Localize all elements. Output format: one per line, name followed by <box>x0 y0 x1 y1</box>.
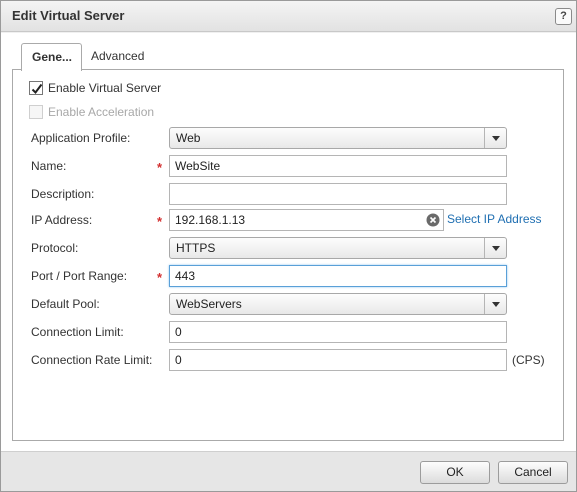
port-label: Port / Port Range: <box>31 269 128 283</box>
protocol-dropdown-button[interactable] <box>484 238 506 258</box>
protocol-select[interactable]: HTTPS <box>169 237 507 259</box>
tab-general[interactable]: Gene... <box>21 43 82 71</box>
application-profile-value: Web <box>176 131 201 145</box>
application-profile-dropdown-button[interactable] <box>484 128 506 148</box>
description-row: Description: <box>13 183 565 205</box>
connection-limit-label: Connection Limit: <box>31 325 124 339</box>
dialog-title: Edit Virtual Server <box>12 8 125 23</box>
default-pool-label: Default Pool: <box>31 297 100 311</box>
enable-virtual-server-label: Enable Virtual Server <box>48 81 162 95</box>
application-profile-select[interactable]: Web <box>169 127 507 149</box>
connection-limit-row: Connection Limit: 0 <box>13 321 565 343</box>
enable-acceleration-label: Enable Acceleration <box>48 105 155 119</box>
select-ip-address-link[interactable]: Select IP Address <box>447 212 542 226</box>
port-row: Port / Port Range: * 443 <box>13 265 565 287</box>
tab-advanced[interactable]: Advanced <box>81 43 154 70</box>
name-row: Name: * WebSite <box>13 155 565 177</box>
ip-address-row: IP Address: * 192.168.1.13 Select IP Add… <box>13 209 565 231</box>
connection-rate-limit-input[interactable]: 0 <box>169 349 507 371</box>
general-tab-panel: Enable Virtual Server Enable Acceleratio… <box>12 69 564 441</box>
edit-virtual-server-dialog: Edit Virtual Server ? Gene... Advanced E… <box>0 0 577 492</box>
dialog-content: Gene... Advanced Enable Virtual Server E… <box>1 33 576 451</box>
help-button[interactable]: ? <box>555 8 572 25</box>
chevron-down-icon <box>492 302 500 307</box>
connection-rate-limit-row: Connection Rate Limit: 0 (CPS) <box>13 349 565 371</box>
enable-virtual-server-checkbox[interactable] <box>29 81 43 95</box>
default-pool-select[interactable]: WebServers <box>169 293 507 315</box>
cps-unit-label: (CPS) <box>512 353 545 367</box>
ip-address-label: IP Address: <box>31 213 93 227</box>
name-label: Name: <box>31 159 67 173</box>
description-label: Description: <box>31 187 95 201</box>
name-input[interactable]: WebSite <box>169 155 507 177</box>
connection-rate-limit-label: Connection Rate Limit: <box>31 353 153 367</box>
enable-acceleration-checkbox <box>29 105 43 119</box>
default-pool-row: Default Pool: WebServers <box>13 293 565 315</box>
protocol-label: Protocol: <box>31 241 79 255</box>
chevron-down-icon <box>492 246 500 251</box>
required-asterisk: * <box>157 160 163 175</box>
default-pool-dropdown-button[interactable] <box>484 294 506 314</box>
connection-limit-input[interactable]: 0 <box>169 321 507 343</box>
clear-icon[interactable] <box>426 213 440 227</box>
protocol-row: Protocol: HTTPS <box>13 237 565 259</box>
application-profile-label: Application Profile: <box>31 131 131 145</box>
required-asterisk: * <box>157 214 163 229</box>
description-input[interactable] <box>169 183 507 205</box>
protocol-value: HTTPS <box>176 241 216 255</box>
dialog-titlebar: Edit Virtual Server ? <box>1 1 576 32</box>
ok-button[interactable]: OK <box>420 461 490 484</box>
checkmark-icon <box>31 83 43 95</box>
cancel-button[interactable]: Cancel <box>498 461 568 484</box>
ip-address-value: 192.168.1.13 <box>175 213 246 227</box>
chevron-down-icon <box>492 136 500 141</box>
ip-address-input[interactable]: 192.168.1.13 <box>169 209 444 231</box>
port-input[interactable]: 443 <box>169 265 507 287</box>
application-profile-row: Application Profile: Web <box>13 127 565 149</box>
dialog-footer: OK Cancel <box>1 451 576 491</box>
default-pool-value: WebServers <box>176 297 242 311</box>
required-asterisk: * <box>157 270 163 285</box>
